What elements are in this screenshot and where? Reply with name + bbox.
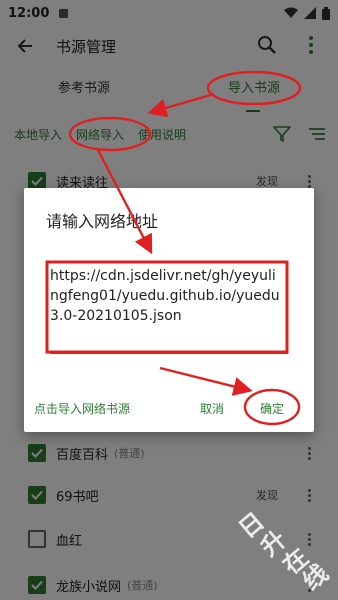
watermark-logo: 日 升 在 线 — [233, 506, 334, 596]
input-underline — [50, 352, 288, 354]
cancel-button[interactable]: 取消 — [200, 400, 224, 417]
import-web-sources-button[interactable]: 点击导入网络书源 — [34, 400, 130, 417]
url-input[interactable]: https://cdn.jsdelivr.net/gh/yeyulingfeng… — [50, 266, 282, 346]
dialog-title: 请输入网络地址 — [46, 212, 159, 231]
confirm-button[interactable]: 确定 — [260, 400, 284, 417]
network-address-dialog: 请输入网络地址 https://cdn.jsdelivr.net/gh/yeyu… — [24, 188, 314, 432]
